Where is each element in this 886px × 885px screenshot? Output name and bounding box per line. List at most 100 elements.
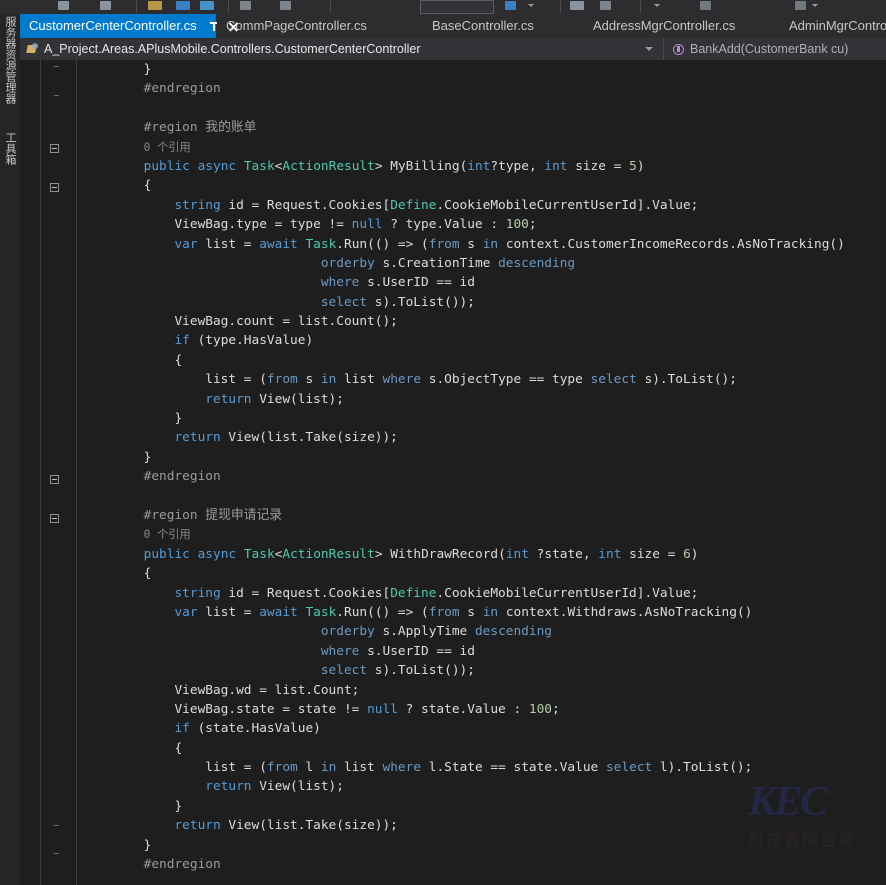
code-token: select <box>590 372 637 388</box>
code-line[interactable]: { <box>82 351 886 370</box>
code-line[interactable]: #region 我的账单 <box>82 118 886 137</box>
code-line[interactable]: public async Task<ActionResult> MyBillin… <box>82 157 886 176</box>
code-line[interactable]: #region 提现申请记录 <box>82 506 886 525</box>
code-line[interactable]: list = (from l in list where l.State == … <box>82 758 886 777</box>
code-line[interactable]: public async Task<ActionResult> WithDraw… <box>82 545 886 564</box>
code-token: int <box>505 546 529 562</box>
document-tab-2[interactable]: BaseController.cs <box>423 14 541 38</box>
copy-icon[interactable] <box>280 1 291 10</box>
code-line[interactable]: } <box>82 409 886 428</box>
code-token: Define <box>390 197 437 213</box>
stop-icon[interactable] <box>570 1 584 10</box>
outline-collapse-region-withdrawrecord[interactable] <box>50 475 59 484</box>
code-text[interactable]: } #endregion #region 我的账单 0 个引用 public a… <box>82 60 886 885</box>
code-token: l.State == state.Value <box>421 760 606 776</box>
outline-collapse-region-mybilling[interactable] <box>50 144 59 153</box>
document-tab-0[interactable]: CustomerCenterController.cs <box>20 14 217 38</box>
code-line[interactable] <box>82 487 886 506</box>
code-line[interactable]: 0 个引用 <box>82 138 886 157</box>
code-token: ActionResult <box>282 546 375 562</box>
code-line[interactable]: if (state.HasValue) <box>82 719 886 738</box>
configuration-combo[interactable] <box>420 0 494 14</box>
document-tab-3[interactable]: AddressMgrController.cs <box>584 14 742 38</box>
code-token: if <box>174 721 190 737</box>
code-token: orderby <box>320 624 375 640</box>
code-line[interactable]: return View(list); <box>82 390 886 409</box>
code-line[interactable]: ViewBag.count = list.Count(); <box>82 312 886 331</box>
document-tab-1[interactable]: CommPageController.cs <box>217 14 370 38</box>
bookmark-icon[interactable] <box>700 1 711 10</box>
code-line[interactable]: { <box>82 739 886 758</box>
document-tab-label: AdminMgrController.cs <box>789 18 886 33</box>
code-token: } <box>82 798 183 814</box>
outline-collapse-method-withdrawrecord[interactable] <box>50 514 59 523</box>
toolbar-separator-1 <box>228 0 229 13</box>
code-line[interactable]: #endregion <box>82 79 886 98</box>
code-token: #endregion <box>143 469 221 485</box>
undo-icon[interactable] <box>58 1 69 10</box>
code-line[interactable]: 0 个引用 <box>82 525 886 544</box>
dock-tab-toolbox[interactable]: 工具箱 <box>0 132 20 165</box>
code-token: ViewBag.count = list.Count(); <box>82 314 398 330</box>
code-line[interactable]: return View(list.Take(size)); <box>82 428 886 447</box>
code-line[interactable]: where s.UserID == id <box>82 273 886 292</box>
code-line[interactable]: ViewBag.wd = list.Count; <box>82 681 886 700</box>
start-icon[interactable] <box>505 1 516 10</box>
code-line[interactable]: select s).ToList()); <box>82 661 886 680</box>
code-line[interactable]: return View(list); <box>82 777 886 796</box>
code-line[interactable]: { <box>82 564 886 583</box>
code-line[interactable]: } <box>82 797 886 816</box>
code-line[interactable]: orderby s.CreationTime descending <box>82 254 886 273</box>
code-line[interactable] <box>82 874 886 885</box>
code-line[interactable]: { <box>82 176 886 195</box>
toolbar-chevron-down-icon-2[interactable] <box>812 4 818 7</box>
code-token: { <box>82 740 183 756</box>
code-line[interactable]: #endregion <box>82 855 886 874</box>
outlining-margin[interactable] <box>50 60 68 885</box>
open-file-icon[interactable] <box>200 1 214 10</box>
member-dropdown[interactable]: BankAdd(CustomerBank cu) <box>663 38 848 60</box>
indent-guide <box>76 60 77 885</box>
save-icon[interactable] <box>148 1 162 10</box>
class-dropdown[interactable]: A_Project.Areas.APlusMobile.Controllers.… <box>20 38 645 60</box>
code-token: id = Request.Cookies[ <box>220 585 391 601</box>
code-token: where <box>382 372 422 388</box>
code-line[interactable]: string id = Request.Cookies[Define.Cooki… <box>82 196 886 215</box>
cut-icon[interactable] <box>240 1 251 10</box>
code-line[interactable]: #endregion <box>82 467 886 486</box>
toolbar-chevron-down-icon-0[interactable] <box>528 4 534 7</box>
redo-icon[interactable] <box>100 1 111 10</box>
code-line[interactable]: if (type.HasValue) <box>82 331 886 350</box>
step-icon[interactable] <box>600 1 611 10</box>
code-token: context.Withdraws.AsNoTracking() <box>498 604 753 620</box>
save-all-icon[interactable] <box>176 1 190 10</box>
outline-collapse-method-mybilling[interactable] <box>50 183 59 192</box>
code-line[interactable]: var list = await Task.Run(() => (from s … <box>82 603 886 622</box>
code-line[interactable]: ViewBag.state = state != null ? state.Va… <box>82 700 886 719</box>
code-line[interactable]: list = (from s in list where s.ObjectTyp… <box>82 370 886 389</box>
code-line[interactable]: } <box>82 836 886 855</box>
code-line[interactable]: string id = Request.Cookies[Define.Cooki… <box>82 584 886 603</box>
code-token: list = ( <box>82 760 267 776</box>
code-line[interactable]: return View(list.Take(size)); <box>82 816 886 835</box>
code-line[interactable]: where s.UserID == id <box>82 642 886 661</box>
chevron-down-icon[interactable] <box>645 47 653 51</box>
code-line[interactable]: select s).ToList()); <box>82 293 886 312</box>
code-line[interactable]: orderby s.ApplyTime descending <box>82 622 886 641</box>
code-line[interactable] <box>82 99 886 118</box>
code-line[interactable]: } <box>82 448 886 467</box>
code-line[interactable]: ViewBag.type = type != null ? type.Value… <box>82 215 886 234</box>
dock-tab-server-explorer[interactable]: 服务器资源管理器 <box>0 16 20 104</box>
code-editor[interactable]: } #endregion #region 我的账单 0 个引用 public a… <box>20 60 886 885</box>
code-token: s <box>459 604 483 620</box>
code-line[interactable]: var list = await Task.Run(() => (from s … <box>82 235 886 254</box>
toolbar-chevron-down-icon-1[interactable] <box>654 4 660 7</box>
document-tab-4[interactable]: AdminMgrController.cs <box>780 14 886 38</box>
code-line[interactable]: } <box>82 60 886 79</box>
code-token: where <box>320 275 360 291</box>
settings-icon[interactable] <box>795 1 806 10</box>
